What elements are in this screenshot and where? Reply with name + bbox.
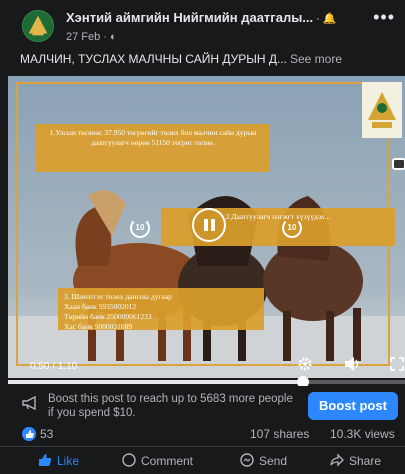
share-label: Share bbox=[349, 454, 382, 468]
share-button[interactable]: Share bbox=[330, 453, 381, 468]
post-meta: 27 Feb · ◐ bbox=[66, 31, 117, 43]
video-player[interactable]: 1.Улсын төсвөөс 37.950 төгрөгийг төлөх б… bbox=[8, 76, 405, 378]
send-label: Send bbox=[259, 454, 288, 468]
thumbs-up-icon bbox=[39, 454, 52, 466]
like-count[interactable]: 53 bbox=[40, 427, 53, 441]
boost-post-button[interactable]: Boost post bbox=[308, 392, 398, 420]
like-label: Like bbox=[57, 454, 80, 468]
post-date[interactable]: 27 Feb · bbox=[66, 31, 110, 43]
video-progress-bar[interactable] bbox=[8, 376, 405, 388]
send-button[interactable]: Send bbox=[240, 453, 287, 468]
page-name-text[interactable]: Хэнтий аймгийн Нийгмийн даатгалы... bbox=[66, 10, 313, 25]
volume-icon[interactable] bbox=[344, 356, 362, 372]
post-header: Хэнтий аймгийн Нийгмийн даатгалы... · 🔔 2… bbox=[0, 0, 405, 52]
forward-label: 10 bbox=[287, 223, 297, 232]
post-actions: Like Comment Send Share bbox=[0, 446, 405, 474]
post-text: МАЛЧИН, ТУСЛАХ МАЛЧНЫ САЙН ДУРЫН Д... See… bbox=[20, 52, 400, 66]
megaphone-icon bbox=[22, 396, 36, 410]
page-name[interactable]: Хэнтий аймгийн Нийгмийн даатгалы... · 🔔 bbox=[66, 10, 366, 25]
view-count: 10.3K views bbox=[330, 427, 395, 441]
boost-bar: Boost this post to reach up to 5683 more… bbox=[0, 386, 405, 426]
page-avatar[interactable] bbox=[22, 10, 54, 42]
messenger-icon bbox=[240, 453, 254, 467]
comment-label: Comment bbox=[141, 454, 194, 468]
rewind-label: 10 bbox=[135, 223, 145, 232]
post-text-body: МАЛЧИН, ТУСЛАХ МАЛЧНЫ САЙН ДУРЫН Д... bbox=[20, 52, 287, 66]
globe-icon: ◐ bbox=[110, 31, 117, 43]
progress-fill bbox=[8, 380, 303, 384]
caption-box-1: 1.Улсын төсвөөс 37.950 төгрөгийг төлөх б… bbox=[36, 124, 270, 172]
settings-gear-icon[interactable] bbox=[297, 356, 313, 372]
caption-box-3: 3. Шинэтгэх төлөх дансны дугаар Хаан бан… bbox=[58, 288, 264, 331]
more-options-button[interactable]: ••• bbox=[373, 8, 395, 26]
share-arrow-icon bbox=[330, 453, 344, 467]
forward-10-button[interactable]: 10 bbox=[282, 218, 302, 238]
see-more-link[interactable]: See more bbox=[290, 52, 342, 66]
notification-bell-icon[interactable]: · 🔔 bbox=[316, 13, 336, 25]
share-count[interactable]: 107 shares bbox=[250, 427, 309, 441]
comment-button[interactable]: Comment bbox=[122, 453, 193, 468]
boost-message: Boost this post to reach up to 5683 more… bbox=[48, 393, 293, 419]
brand-logo bbox=[362, 82, 402, 138]
like-reaction-icon[interactable] bbox=[22, 427, 36, 441]
like-button[interactable]: Like bbox=[38, 453, 79, 468]
time-display: 0:50 / 1:10 bbox=[30, 361, 78, 372]
captions-icon[interactable] bbox=[392, 158, 405, 170]
comment-icon bbox=[122, 453, 136, 467]
pause-button[interactable] bbox=[192, 208, 226, 242]
fullscreen-icon[interactable] bbox=[390, 357, 404, 371]
rewind-10-button[interactable]: 10 bbox=[130, 218, 150, 238]
engagement-stats: 53 107 shares 10.3K views bbox=[0, 426, 405, 444]
